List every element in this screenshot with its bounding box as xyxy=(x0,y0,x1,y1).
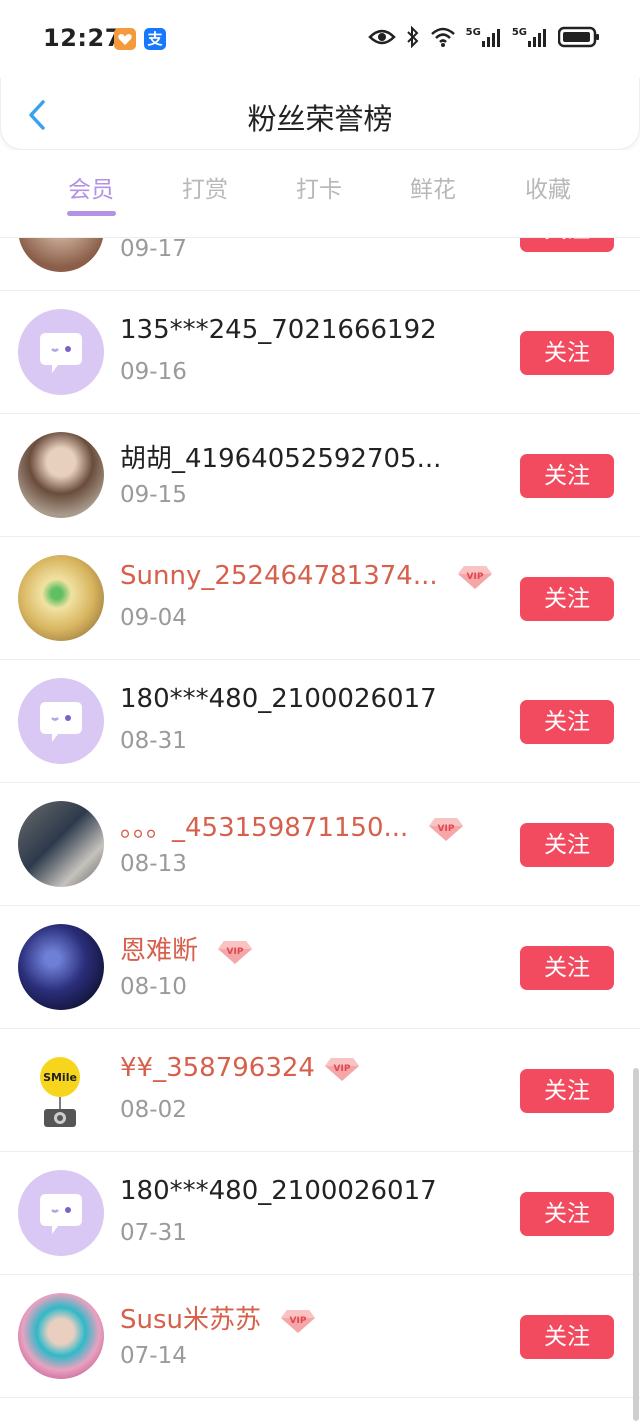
user-name[interactable]: 180***480_2100026017 xyxy=(120,684,437,714)
battery-icon xyxy=(558,26,599,48)
tab-bar: 会员 打赏 打卡 鲜花 收藏 xyxy=(0,150,640,238)
avatar[interactable] xyxy=(18,555,104,641)
default-avatar[interactable] xyxy=(18,678,104,764)
join-date: 08-31 xyxy=(120,728,187,754)
scrollbar[interactable] xyxy=(633,1068,639,1421)
tab-flowers[interactable]: 鲜花 xyxy=(383,170,483,204)
signal-1: 5G xyxy=(466,27,502,47)
nav-header: 粉丝荣誉榜 xyxy=(0,78,640,150)
status-time: 12:27 xyxy=(43,24,122,52)
user-name-text[interactable]: 恩难断 xyxy=(120,936,198,966)
user-name-text[interactable]: ¥¥_358796324 xyxy=(120,1053,315,1083)
follow-button[interactable]: 关注 xyxy=(520,700,614,744)
user-name-text[interactable]: 。。。_453159871150... xyxy=(120,813,408,843)
chat-face-icon xyxy=(40,1194,82,1234)
user-name[interactable]: 180***480_2100026017 xyxy=(120,1176,437,1206)
status-bar: 12:27 支 5G 5G xyxy=(0,0,640,78)
follow-button[interactable]: 关注 xyxy=(520,1192,614,1236)
avatar[interactable] xyxy=(18,1293,104,1379)
list-item[interactable]: 135***245_7021666192 09-16 关注 xyxy=(0,291,640,414)
join-date: 08-13 xyxy=(120,851,187,877)
vip-text: VIP xyxy=(290,1316,307,1326)
follow-button[interactable]: 关注 xyxy=(520,1069,614,1113)
join-date: 09-15 xyxy=(120,482,187,508)
join-date: 09-16 xyxy=(120,359,187,385)
vip-diamond-icon: VIP xyxy=(457,565,492,589)
avatar[interactable] xyxy=(18,432,104,518)
user-name[interactable]: ¥¥_358796324 VIP xyxy=(120,1053,361,1083)
tab-favorites[interactable]: 收藏 xyxy=(498,170,598,204)
smile-camera-icon: SMile xyxy=(40,1057,80,1127)
follow-button[interactable]: 关注 xyxy=(520,946,614,990)
alipay-icon: 支 xyxy=(144,28,166,50)
vip-text: VIP xyxy=(334,1064,351,1074)
list-item[interactable]: Susu米苏苏 VIP 07-14 关注 xyxy=(0,1275,640,1398)
follow-button[interactable]: 关注 xyxy=(520,577,614,621)
join-date: 09-17 xyxy=(120,238,187,262)
join-date: 08-10 xyxy=(120,974,187,1000)
user-name[interactable]: Susu米苏苏 VIP xyxy=(120,1299,317,1336)
join-date: 07-31 xyxy=(120,1220,187,1246)
default-avatar[interactable] xyxy=(18,1170,104,1256)
tab-checkin[interactable]: 打卡 xyxy=(269,170,369,204)
follow-button[interactable]: 关注 xyxy=(520,1315,614,1359)
list-item[interactable]: 胡胡_41964052592705... 09-15 关注 xyxy=(0,414,640,537)
join-date: 08-02 xyxy=(120,1097,187,1123)
avatar[interactable] xyxy=(18,924,104,1010)
follow-button[interactable]: 关注 xyxy=(520,823,614,867)
signal-2: 5G xyxy=(512,27,548,47)
signal-bars-icon xyxy=(481,29,500,47)
vip-text: VIP xyxy=(437,824,454,834)
vip-diamond-icon: VIP xyxy=(325,1057,360,1081)
vip-text: VIP xyxy=(227,947,244,957)
vip-text: VIP xyxy=(466,572,483,582)
tab-rewards[interactable]: 打赏 xyxy=(155,170,255,204)
wifi-icon xyxy=(430,27,455,47)
app-notification-icon xyxy=(114,28,136,50)
avatar[interactable] xyxy=(18,238,104,272)
default-avatar[interactable] xyxy=(18,309,104,395)
vip-diamond-icon: VIP xyxy=(281,1309,316,1333)
tab-active-indicator xyxy=(67,211,116,216)
avatar[interactable] xyxy=(18,801,104,887)
chat-face-icon xyxy=(40,702,82,742)
user-name[interactable]: 恩难断 VIP xyxy=(120,930,254,967)
list-item[interactable]: 180***480_2100026017 07-31 关注 xyxy=(0,1152,640,1275)
avatar[interactable]: SMile xyxy=(18,1047,104,1133)
user-name-text[interactable]: Susu米苏苏 xyxy=(120,1305,261,1335)
list-item[interactable]: 09-17 关注 xyxy=(0,238,640,291)
vip-diamond-icon: VIP xyxy=(428,817,463,841)
bluetooth-icon xyxy=(406,26,419,48)
follow-button[interactable]: 关注 xyxy=(520,331,614,375)
page-title: 粉丝荣誉榜 xyxy=(247,102,393,136)
eye-icon xyxy=(367,29,396,45)
user-name[interactable]: 。。。_453159871150... VIP xyxy=(120,807,465,844)
user-name[interactable]: Sunny_252464781374... VIP xyxy=(120,561,494,591)
list-item[interactable]: 。。。_453159871150... VIP 08-13 关注 xyxy=(0,783,640,906)
chat-face-icon xyxy=(40,333,82,373)
svg-text:SMile: SMile xyxy=(43,1071,77,1084)
user-name[interactable]: 胡胡_41964052592705... xyxy=(120,438,441,475)
list-item[interactable]: 180***480_2100026017 08-31 关注 xyxy=(0,660,640,783)
list-item[interactable]: SMile ¥¥_358796324 VIP 08-02 关注 xyxy=(0,1029,640,1152)
tab-members[interactable]: 会员 xyxy=(41,170,141,204)
follow-button[interactable]: 关注 xyxy=(520,454,614,498)
list-item[interactable]: Sunny_252464781374... VIP 09-04 关注 xyxy=(0,537,640,660)
vip-diamond-icon: VIP xyxy=(218,940,253,964)
list-item[interactable]: 恩难断 VIP 08-10 关注 xyxy=(0,906,640,1029)
fan-list[interactable]: 09-17 关注 135***245_7021666192 09-16 关注 胡… xyxy=(0,238,640,1421)
join-date: 07-14 xyxy=(120,1343,187,1369)
user-name[interactable]: 135***245_7021666192 xyxy=(120,315,437,345)
status-icons: 5G 5G xyxy=(367,26,600,48)
join-date: 09-04 xyxy=(120,605,187,631)
signal-bars-icon xyxy=(528,29,546,47)
user-name-text[interactable]: Sunny_252464781374... xyxy=(120,561,438,591)
follow-button[interactable]: 关注 xyxy=(520,238,614,252)
